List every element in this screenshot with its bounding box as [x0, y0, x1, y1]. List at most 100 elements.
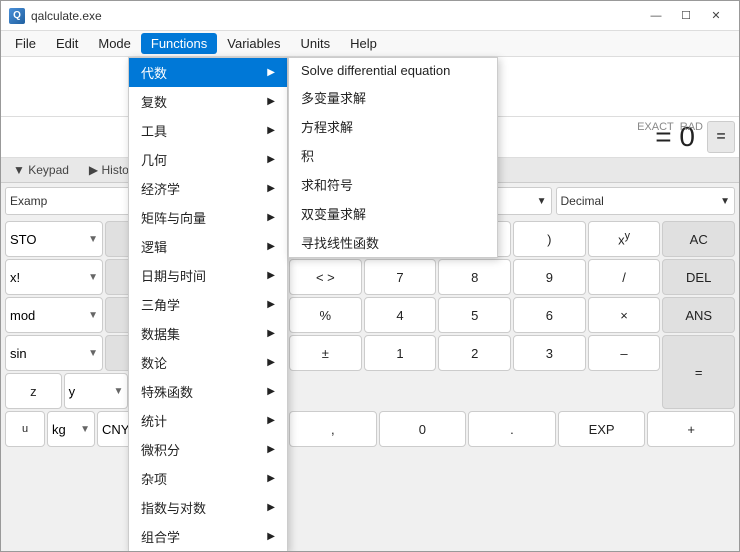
z-button[interactable]: z	[5, 373, 62, 409]
calc-grid: STO ▼ m x! ▼	[1, 219, 739, 552]
result-labels: EXACT RAD	[637, 121, 703, 133]
submenu-arrow-tools: ▶	[267, 125, 275, 136]
exp-btn[interactable]: EXP	[558, 411, 646, 447]
close-button[interactable]: ✕	[701, 6, 731, 26]
menu-trigonometry[interactable]: 三角学 ▶	[129, 290, 287, 319]
app-icon: Q	[9, 8, 25, 24]
kg-label: kg	[52, 422, 66, 437]
dropdown-normal-arrow: ▼	[537, 196, 547, 207]
menu-special-functions[interactable]: 特殊函数 ▶	[129, 377, 287, 406]
btn-8[interactable]: 8	[438, 259, 511, 295]
menu-help[interactable]: Help	[340, 33, 387, 54]
kg-button[interactable]: kg ▼	[47, 411, 95, 447]
submenu-solve-differential[interactable]: Solve differential equation	[289, 58, 497, 83]
plusminus-btn[interactable]: ±	[289, 335, 362, 371]
sin-button[interactable]: sin ▼	[5, 335, 103, 371]
close-paren-btn[interactable]: )	[513, 221, 586, 257]
btn-9[interactable]: 9	[513, 259, 586, 295]
menu-statistics[interactable]: 统计 ▶	[129, 406, 287, 435]
submenu-arrow-complex: ▶	[267, 96, 275, 107]
btn-6[interactable]: 6	[513, 297, 586, 333]
btn-3[interactable]: 3	[513, 335, 586, 371]
rad-label: RAD	[680, 121, 703, 133]
maximize-button[interactable]: ☐	[671, 6, 701, 26]
angle-btn[interactable]: < >	[289, 259, 362, 295]
menu-number-theory[interactable]: 数论 ▶	[129, 348, 287, 377]
mod-button[interactable]: mod ▼	[5, 297, 103, 333]
row-4: % 4 5 6 × ANS	[289, 297, 735, 333]
submenu-arrow-logic: ▶	[267, 241, 275, 252]
row-0: , 0 . EXP +	[289, 411, 735, 447]
menu-misc[interactable]: 杂项 ▶	[129, 464, 287, 493]
submenu-product[interactable]: 积	[289, 141, 497, 170]
menu-calculus[interactable]: 微积分 ▶	[129, 435, 287, 464]
submenu-arrow-algebra: ▶	[267, 67, 275, 78]
menu-file[interactable]: File	[5, 33, 46, 54]
submenu-bivar-solve[interactable]: 双变量求解	[289, 199, 497, 228]
mod-arrow: ▼	[88, 310, 98, 321]
menu-tools[interactable]: 工具 ▶	[129, 116, 287, 145]
menu-edit[interactable]: Edit	[46, 33, 88, 54]
cny-label: CNY	[102, 422, 129, 437]
menu-bar: File Edit Mode Functions Variables Units…	[1, 31, 739, 57]
menu-logic[interactable]: 逻辑 ▶	[129, 232, 287, 261]
submenu-multivar-solve[interactable]: 多变量求解	[289, 83, 497, 112]
dropdown-decimal[interactable]: Decimal ▼	[556, 187, 736, 215]
u-button[interactable]: u	[5, 411, 45, 447]
menu-dataset[interactable]: 数据集 ▶	[129, 319, 287, 348]
kg-arrow: ▼	[80, 424, 90, 435]
submenu-find-linear[interactable]: 寻找线性函数	[289, 228, 497, 257]
y-arrow: ▼	[113, 386, 123, 397]
menu-geometry[interactable]: 几何 ▶	[129, 145, 287, 174]
menu-economics[interactable]: 经济学 ▶	[129, 174, 287, 203]
algebra-submenu: Solve differential equation 多变量求解 方程求解 积…	[288, 57, 498, 258]
btn-0[interactable]: 0	[379, 411, 467, 447]
menu-matrix-vector[interactable]: 矩阵与向量 ▶	[129, 203, 287, 232]
btn-1[interactable]: 1	[364, 335, 437, 371]
submenu-arrow-misc: ▶	[267, 473, 275, 484]
menu-algebra[interactable]: 代数 ▶	[129, 58, 287, 87]
menu-datetime[interactable]: 日期与时间 ▶	[129, 261, 287, 290]
equals-big-btn[interactable]: =	[662, 335, 735, 409]
main-window: Q qalculate.exe — ☐ ✕ File Edit Mode Fun…	[0, 0, 740, 552]
divide-btn[interactable]: /	[588, 259, 661, 295]
btn-4[interactable]: 4	[364, 297, 437, 333]
multiply-btn[interactable]: ×	[588, 297, 661, 333]
submenu-arrow-comb: ▶	[267, 531, 275, 542]
menu-complex[interactable]: 复数 ▶	[129, 87, 287, 116]
menu-variables[interactable]: Variables	[217, 33, 290, 54]
btn-7[interactable]: 7	[364, 259, 437, 295]
equals-button[interactable]: =	[707, 121, 735, 153]
submenu-arrow-special: ▶	[267, 386, 275, 397]
menu-combinatorics[interactable]: 组合学 ▶	[129, 522, 287, 551]
y-label: y	[69, 384, 76, 399]
submenu-arrow-datetime: ▶	[267, 270, 275, 281]
ac-btn[interactable]: AC	[662, 221, 735, 257]
btn-5[interactable]: 5	[438, 297, 511, 333]
sin-arrow: ▼	[88, 348, 98, 359]
btn-2[interactable]: 2	[438, 335, 511, 371]
submenu-summation[interactable]: 求和符号	[289, 170, 497, 199]
submenu-arrow-trig: ▶	[267, 299, 275, 310]
percent-btn[interactable]: %	[289, 297, 362, 333]
submenu-equation-solve[interactable]: 方程求解	[289, 112, 497, 141]
dot-btn[interactable]: .	[468, 411, 556, 447]
minus-btn[interactable]: –	[588, 335, 661, 371]
submenu-arrow-dataset: ▶	[267, 328, 275, 339]
sto-arrow: ▼	[88, 234, 98, 245]
plus-btn[interactable]: +	[647, 411, 735, 447]
keypad-tab-label: ▼ Keypad	[13, 163, 69, 177]
menu-exp-log[interactable]: 指数与对数 ▶	[129, 493, 287, 522]
minimize-button[interactable]: —	[641, 6, 671, 26]
comma-btn[interactable]: ,	[289, 411, 377, 447]
menu-units[interactable]: Units	[291, 33, 341, 54]
sto-button[interactable]: STO ▼	[5, 221, 103, 257]
del-btn[interactable]: DEL	[662, 259, 735, 295]
ans-btn[interactable]: ANS	[662, 297, 735, 333]
menu-mode[interactable]: Mode	[88, 33, 141, 54]
power-btn[interactable]: xy	[588, 221, 661, 257]
y-button[interactable]: y ▼	[64, 373, 129, 409]
menu-functions[interactable]: Functions	[141, 33, 217, 54]
xfact-button[interactable]: x! ▼	[5, 259, 103, 295]
tab-keypad[interactable]: ▼ Keypad	[5, 160, 77, 180]
